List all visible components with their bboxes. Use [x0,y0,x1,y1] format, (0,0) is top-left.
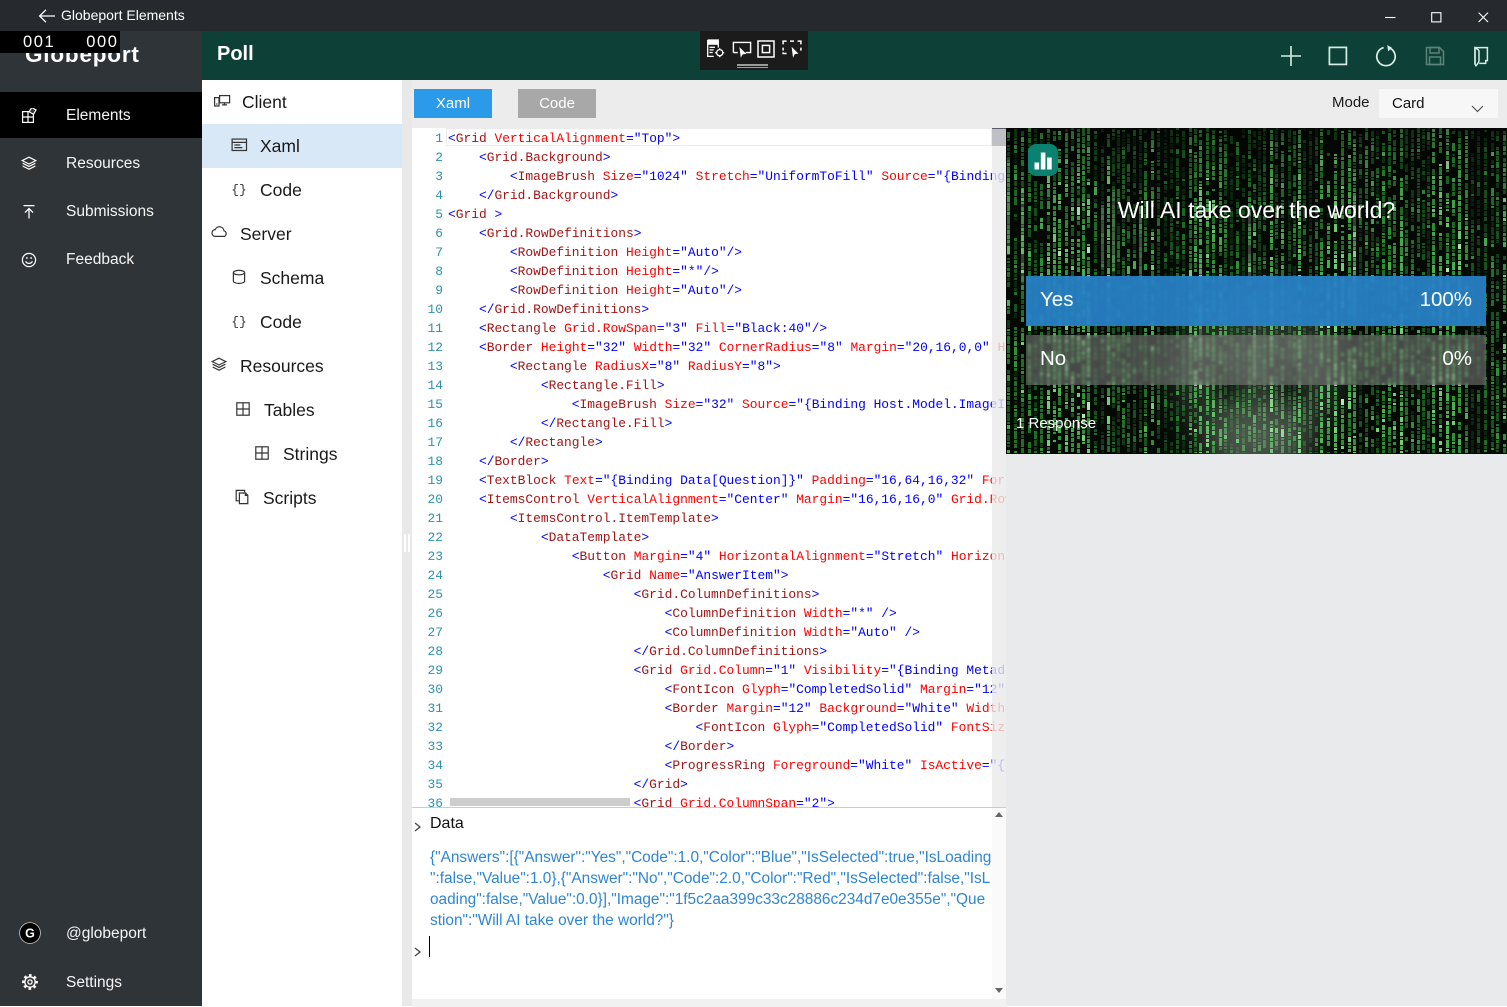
svg-text:{}: {} [231,315,247,329]
svg-text:{}: {} [231,183,247,197]
svg-text:G: G [25,926,35,940]
